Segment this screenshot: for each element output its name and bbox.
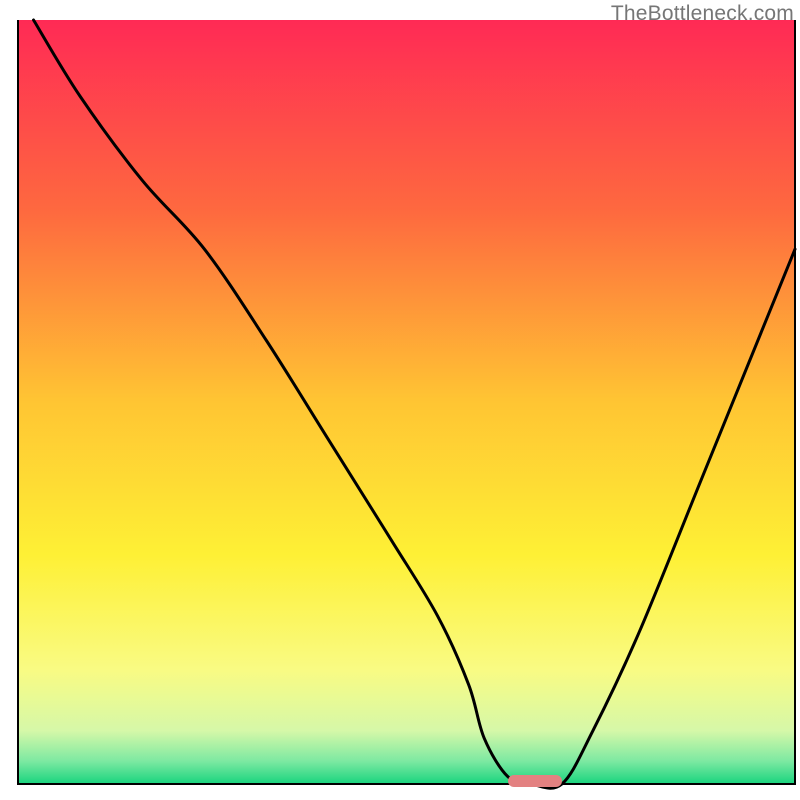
optimal-marker [508,775,562,787]
bottleneck-chart: TheBottleneck.com [0,0,800,800]
gradient-bg [18,20,795,784]
chart-svg [0,0,800,800]
